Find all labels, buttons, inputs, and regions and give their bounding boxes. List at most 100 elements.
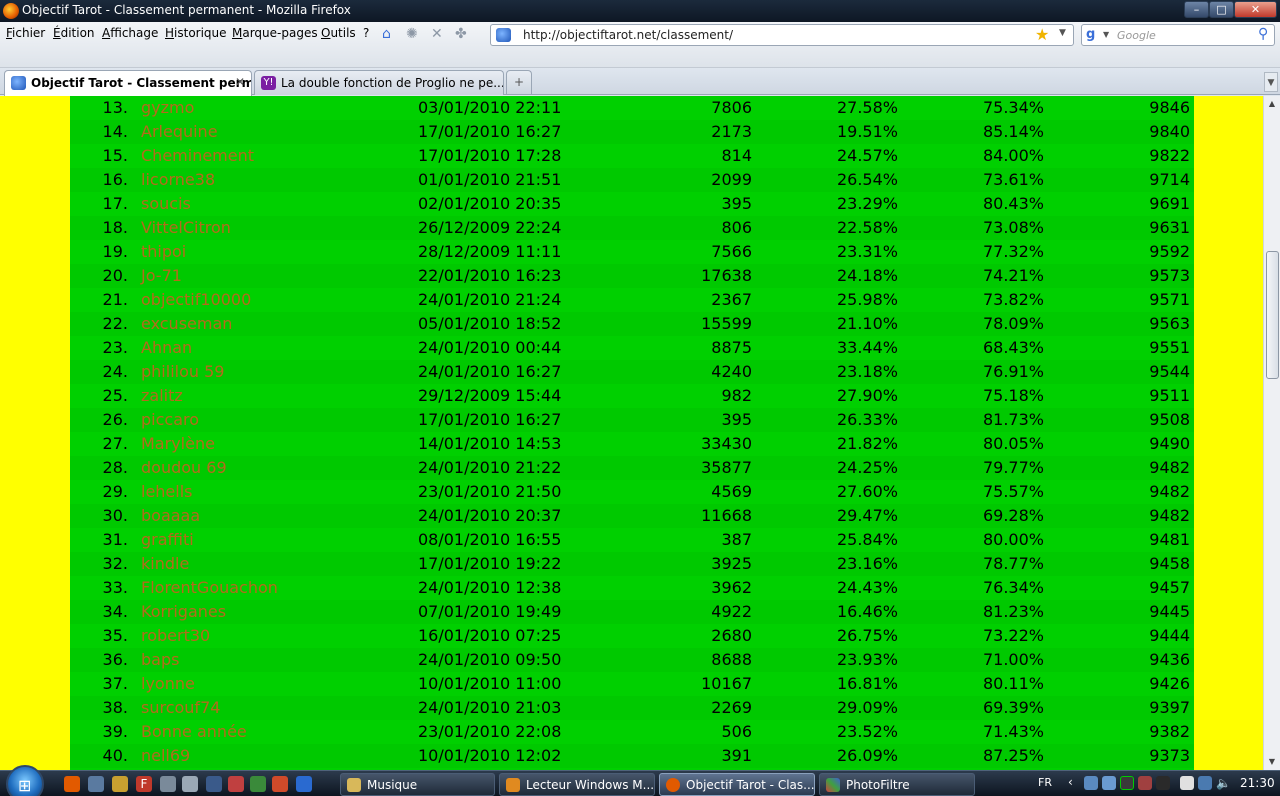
player-name-link[interactable]: Korriganes: [141, 600, 226, 624]
new-tab-button[interactable]: +: [506, 70, 532, 94]
chevron-down-icon[interactable]: ▼: [1103, 30, 1109, 39]
taskbar-button-firefox[interactable]: Objectif Tarot - Clas...: [659, 773, 815, 796]
player-name-link[interactable]: VittelCitron: [141, 216, 231, 240]
media-icon[interactable]: [228, 776, 244, 792]
bookmark-star-icon[interactable]: ★: [1035, 25, 1049, 44]
percent-1-cell: 26.33%: [836, 410, 898, 429]
player-name-link[interactable]: FlorentGouachon: [141, 576, 278, 600]
player-name-link[interactable]: thipoi: [141, 240, 186, 264]
tab-list-button[interactable]: ▼: [1264, 72, 1278, 92]
menu-historique[interactable]: Historique: [165, 26, 227, 40]
tray-device-icon[interactable]: [1156, 776, 1170, 790]
chevron-left-icon[interactable]: ‹: [1068, 775, 1073, 789]
volume-icon[interactable]: 🔈: [1216, 776, 1231, 790]
rank-cell: 40.: [102, 746, 128, 765]
score-cell: 9631: [1149, 218, 1190, 237]
addon-icon[interactable]: ✤: [455, 26, 467, 42]
table-row: 22. excuseman 05/01/2010 18:52 15599 21.10% 7…: [70, 312, 1194, 336]
tray-security-icon[interactable]: [1138, 776, 1152, 790]
player-name-link[interactable]: nell69: [141, 744, 190, 768]
vertical-scrollbar[interactable]: ▲ ▼: [1263, 96, 1280, 770]
chrome-icon[interactable]: [272, 776, 288, 792]
tray-monitor-icon[interactable]: [1120, 776, 1134, 790]
address-url[interactable]: http://objectiftarot.net/classement/: [523, 28, 733, 42]
app-icon[interactable]: [250, 776, 266, 792]
pen-icon[interactable]: [112, 776, 128, 792]
player-name-link[interactable]: excuseman: [141, 312, 232, 336]
tray-document-icon[interactable]: [1180, 776, 1194, 790]
stop-icon[interactable]: ✕: [431, 26, 443, 42]
language-indicator[interactable]: FR: [1038, 776, 1052, 789]
search-placeholder[interactable]: Google: [1117, 29, 1156, 42]
player-name-link[interactable]: lyonne: [141, 672, 195, 696]
player-name-link[interactable]: phililou 59: [141, 360, 224, 384]
percent-1-cell: 16.81%: [836, 674, 898, 693]
scroll-thumb[interactable]: [1266, 250, 1279, 379]
taskbar-button-musique[interactable]: Musique: [340, 773, 495, 796]
player-name-link[interactable]: licorne38: [141, 168, 215, 192]
menu-edition[interactable]: Édition: [53, 26, 95, 40]
close-button[interactable]: ✕: [1234, 1, 1277, 18]
address-bar[interactable]: http://objectiftarot.net/classement/ ★ ▼: [490, 24, 1074, 46]
player-name-link[interactable]: objectif10000: [141, 288, 251, 312]
player-name-link[interactable]: Bonne année: [141, 720, 247, 744]
games-count-cell: 982: [721, 386, 752, 405]
window-icon[interactable]: [206, 776, 222, 792]
taskbar-button-label: Lecteur Windows M...: [526, 778, 655, 792]
player-name-link[interactable]: soucis: [141, 192, 191, 216]
player-name-link[interactable]: kindle: [141, 552, 189, 576]
menu-outils[interactable]: Outils: [321, 26, 356, 40]
taskbar-button-photofiltre[interactable]: PhotoFiltre: [819, 773, 975, 796]
menu-help[interactable]: ?: [363, 26, 369, 40]
google-icon[interactable]: g: [1086, 27, 1102, 43]
last-played-cell: 22/01/2010 16:23: [418, 266, 562, 285]
maximize-button[interactable]: □: [1209, 1, 1234, 18]
scroll-down-icon[interactable]: ▼: [1264, 754, 1280, 770]
percent-1-cell: 24.43%: [836, 578, 898, 597]
player-name-link[interactable]: lehells: [141, 480, 193, 504]
home-icon[interactable]: ⌂: [382, 26, 391, 42]
ie-icon[interactable]: [296, 776, 312, 792]
chevron-down-icon[interactable]: ▼: [1059, 28, 1066, 38]
player-name-link[interactable]: robert30: [141, 624, 210, 648]
menu-fichier[interactable]: Fichier: [6, 26, 45, 40]
search-bar[interactable]: g ▼ Google ⚲: [1081, 24, 1275, 46]
menu-affichage[interactable]: Affichage: [102, 26, 158, 40]
tray-app-icon[interactable]: [1102, 776, 1116, 790]
percent-2-cell: 80.05%: [982, 434, 1044, 453]
minimize-button[interactable]: –: [1184, 1, 1209, 18]
player-name-link[interactable]: baps: [141, 648, 179, 672]
search-icon[interactable]: ⚲: [1258, 26, 1268, 42]
player-name-link[interactable]: piccaro: [141, 408, 199, 432]
close-tab-icon[interactable]: ✕: [235, 75, 245, 89]
document-icon[interactable]: [160, 776, 176, 792]
network-icon[interactable]: [88, 776, 104, 792]
filezilla-icon[interactable]: F: [136, 776, 152, 792]
games-count-cell: 395: [721, 410, 752, 429]
player-name-link[interactable]: Ahnan: [141, 336, 192, 360]
player-name-link[interactable]: boaaaa: [141, 504, 200, 528]
player-name-link[interactable]: Jo-71: [141, 264, 182, 288]
player-name-link[interactable]: gyzmo: [141, 96, 194, 120]
tab-objectif-tarot[interactable]: Objectif Tarot - Classement perm... ✕: [4, 70, 252, 96]
table-row: 30. boaaaa 24/01/2010 20:37 11668 29.47% 69.2…: [70, 504, 1194, 528]
player-name-link[interactable]: Marylène: [141, 432, 215, 456]
player-name-link[interactable]: surcouf74: [141, 696, 220, 720]
reload-icon[interactable]: ✺: [406, 26, 418, 42]
firefox-icon[interactable]: [64, 776, 80, 792]
tab-proglio[interactable]: Y! La double fonction de Proglio ne pe..…: [254, 70, 504, 95]
calculator-icon[interactable]: [182, 776, 198, 792]
scroll-up-icon[interactable]: ▲: [1264, 96, 1280, 112]
tray-display-icon[interactable]: [1198, 776, 1212, 790]
menu-marque-pages[interactable]: Marque-pages: [232, 26, 318, 40]
clock[interactable]: 21:30: [1240, 776, 1275, 790]
start-button[interactable]: ⊞: [6, 765, 44, 796]
player-name-link[interactable]: Arlequine: [141, 120, 218, 144]
player-name-link[interactable]: zalitz: [141, 384, 183, 408]
percent-2-cell: 68.43%: [982, 338, 1044, 357]
tray-network-icon[interactable]: [1084, 776, 1098, 790]
player-name-link[interactable]: doudou 69: [141, 456, 227, 480]
player-name-link[interactable]: Cheminement: [141, 144, 254, 168]
taskbar-button-media-player[interactable]: Lecteur Windows M...: [499, 773, 655, 796]
player-name-link[interactable]: graffiti: [141, 528, 194, 552]
